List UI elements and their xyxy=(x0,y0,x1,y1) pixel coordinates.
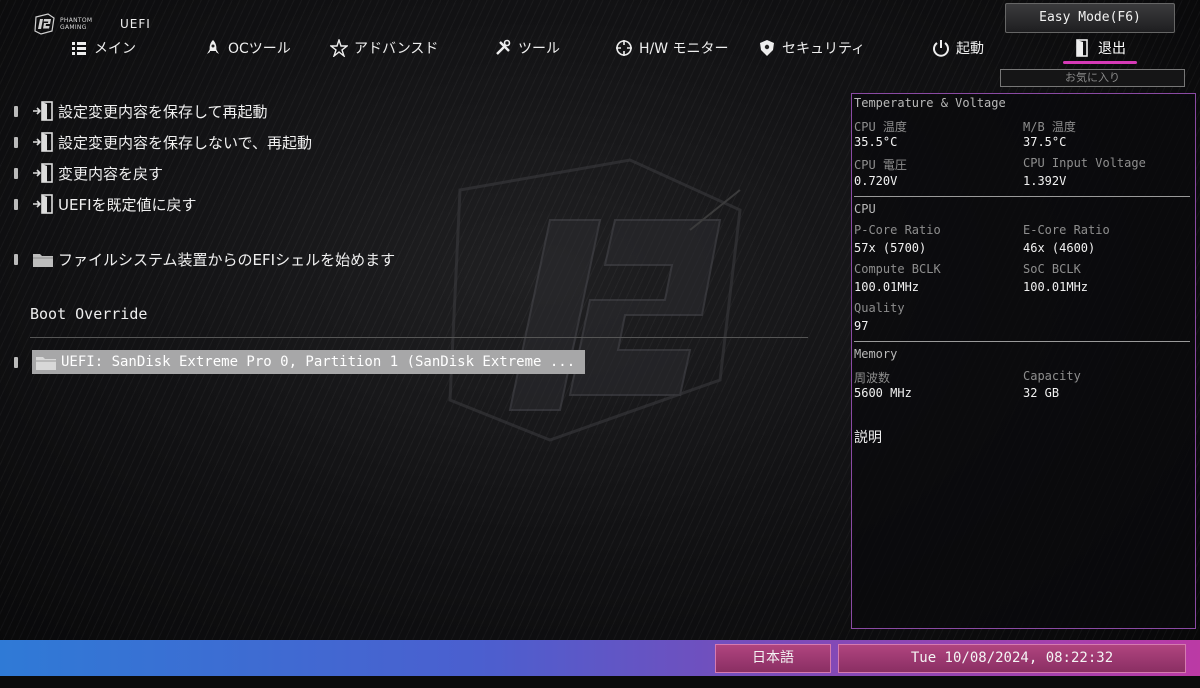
shield-icon xyxy=(760,40,774,56)
tab-advanced[interactable]: アドバンスド xyxy=(330,35,438,61)
menu-item-discard-and-reboot[interactable]: 設定変更内容を保存しないで、再起動 xyxy=(14,130,312,154)
brand-line2: GAMING xyxy=(60,24,87,31)
hw-monitor-panel: Temperature & Voltage CPU 温度 35.5°C M/B … xyxy=(851,93,1196,629)
tab-boot[interactable]: 起動 xyxy=(932,35,984,61)
boot-override-row[interactable]: UEFI: SanDisk Extreme Pro 0, Partition 1… xyxy=(14,350,586,374)
section-divider xyxy=(30,337,808,338)
memory-frequency-value: 5600 MHz xyxy=(854,386,912,400)
brand-name: PHANTOM GAMING xyxy=(60,17,106,31)
description-title: 説明 xyxy=(854,430,882,446)
menu-item-efi-shell[interactable]: ファイルシステム装置からのEFIシェルを始めます xyxy=(14,247,395,271)
tab-exit-label: 退出 xyxy=(1098,41,1126,57)
cpu-section-title: CPU xyxy=(854,202,876,216)
row-marker xyxy=(14,167,18,179)
menu-item-label: ファイルシステム装置からのEFIシェルを始めます xyxy=(58,250,396,269)
uefi-screen: PHANTOM GAMING UEFI Easy Mode(F6) メイン OC… xyxy=(0,0,1200,688)
panel-divider xyxy=(854,341,1190,342)
phantom-gaming-logo-icon xyxy=(34,13,55,35)
cpu-temp-label: CPU 温度 xyxy=(854,120,907,134)
tools-icon xyxy=(496,39,511,55)
power-icon xyxy=(933,40,949,57)
tab-oc-tools-label: OCツール xyxy=(228,41,291,57)
boot-override-title: Boot Override xyxy=(30,305,148,323)
menu-item-discard-changes[interactable]: 変更内容を戻す xyxy=(14,161,163,185)
brand-logo: PHANTOM GAMING UEFI xyxy=(34,12,151,36)
menu-item-label: UEFIを既定値に戻す xyxy=(58,195,197,214)
memory-frequency-label: 周波数 xyxy=(854,371,891,385)
folder-icon xyxy=(33,254,53,267)
cpu-input-voltage-value: 1.392V xyxy=(1023,174,1067,188)
exit-icon xyxy=(33,132,53,152)
menu-item-load-defaults[interactable]: UEFIを既定値に戻す xyxy=(14,192,197,216)
tab-exit[interactable]: 退出 xyxy=(1074,35,1126,61)
brand-line1: PHANTOM xyxy=(60,17,93,24)
background-logo xyxy=(448,158,742,442)
exit-door-icon xyxy=(1076,39,1088,57)
quality-value: 97 xyxy=(854,319,869,333)
tab-main-label: メイン xyxy=(94,41,136,57)
list-icon xyxy=(72,42,86,55)
menu-item-label: 設定変更内容を保存しないで、再起動 xyxy=(58,133,312,152)
tab-hw-monitor-label: H/W モニター xyxy=(639,41,729,57)
folder-icon xyxy=(36,357,56,370)
row-marker xyxy=(14,253,18,265)
bottom-edge xyxy=(0,676,1200,688)
language-button[interactable]: 日本語 xyxy=(715,644,831,673)
memory-capacity-value: 32 GB xyxy=(1023,386,1060,400)
product-name: UEFI xyxy=(120,17,151,31)
ecore-ratio-value: 46x (4600) xyxy=(1023,241,1096,255)
tab-boot-label: 起動 xyxy=(956,41,984,57)
menu-item-label: 変更内容を戻す xyxy=(58,164,164,183)
cpu-voltage-value: 0.720V xyxy=(854,174,898,188)
tab-security[interactable]: セキュリティ xyxy=(758,35,865,61)
tab-advanced-label: アドバンスド xyxy=(354,41,439,57)
datetime-display: Tue 10/08/2024, 08:22:32 xyxy=(838,644,1186,673)
exit-icon xyxy=(33,101,53,121)
exit-icon xyxy=(33,194,53,214)
rocket-icon xyxy=(207,40,219,54)
menu-item-save-and-reboot[interactable]: 設定変更内容を保存して再起動 xyxy=(14,99,268,123)
soc-bclk-label: SoC BCLK xyxy=(1023,262,1081,276)
menu-item-label: 設定変更内容を保存して再起動 xyxy=(58,102,268,121)
memory-capacity-label: Capacity xyxy=(1023,369,1081,383)
row-marker xyxy=(14,198,18,210)
pcore-ratio-value: 57x (5700) xyxy=(854,241,927,255)
tab-tools-label: ツール xyxy=(518,41,560,57)
cpu-voltage-label: CPU 電圧 xyxy=(854,158,907,172)
panel-divider xyxy=(854,196,1190,197)
tab-tools[interactable]: ツール xyxy=(494,35,560,61)
easy-mode-button[interactable]: Easy Mode(F6) xyxy=(1005,3,1175,33)
main-nav: メイン OCツール アドバンスド ツール H/W モニター セキュリティ 起動 xyxy=(0,35,1200,65)
pcore-ratio-label: P-Core Ratio xyxy=(854,223,941,237)
tab-security-label: セキュリティ xyxy=(782,41,866,57)
boot-override-label: UEFI: SanDisk Extreme Pro 0, Partition 1… xyxy=(61,354,576,370)
mb-temp-label: M/B 温度 xyxy=(1023,120,1076,134)
mb-temp-value: 37.5°C xyxy=(1023,135,1067,149)
row-marker xyxy=(14,136,18,148)
tab-oc-tools[interactable]: OCツール xyxy=(204,35,291,61)
compute-bclk-value: 100.01MHz xyxy=(854,280,920,294)
star-icon xyxy=(330,39,348,57)
memory-section-title: Memory xyxy=(854,347,898,361)
favorites-button[interactable]: お気に入り xyxy=(1000,69,1185,87)
soc-bclk-value: 100.01MHz xyxy=(1023,280,1089,294)
row-marker xyxy=(14,105,18,117)
exit-icon xyxy=(33,163,53,183)
ecore-ratio-label: E-Core Ratio xyxy=(1023,223,1110,237)
temp-voltage-title: Temperature & Voltage xyxy=(854,96,1006,110)
crosshair-icon xyxy=(616,40,632,56)
status-bar: 日本語 Tue 10/08/2024, 08:22:32 xyxy=(0,640,1200,676)
cpu-temp-value: 35.5°C xyxy=(854,135,898,149)
tab-main[interactable]: メイン xyxy=(70,35,136,61)
tab-hw-monitor[interactable]: H/W モニター xyxy=(615,35,729,61)
compute-bclk-label: Compute BCLK xyxy=(854,262,941,276)
quality-label: Quality xyxy=(854,301,905,315)
active-tab-indicator xyxy=(1063,61,1137,64)
row-marker xyxy=(14,356,18,368)
boot-override-item-selected[interactable]: UEFI: SanDisk Extreme Pro 0, Partition 1… xyxy=(32,350,586,374)
cpu-input-voltage-label: CPU Input Voltage xyxy=(1023,156,1146,170)
